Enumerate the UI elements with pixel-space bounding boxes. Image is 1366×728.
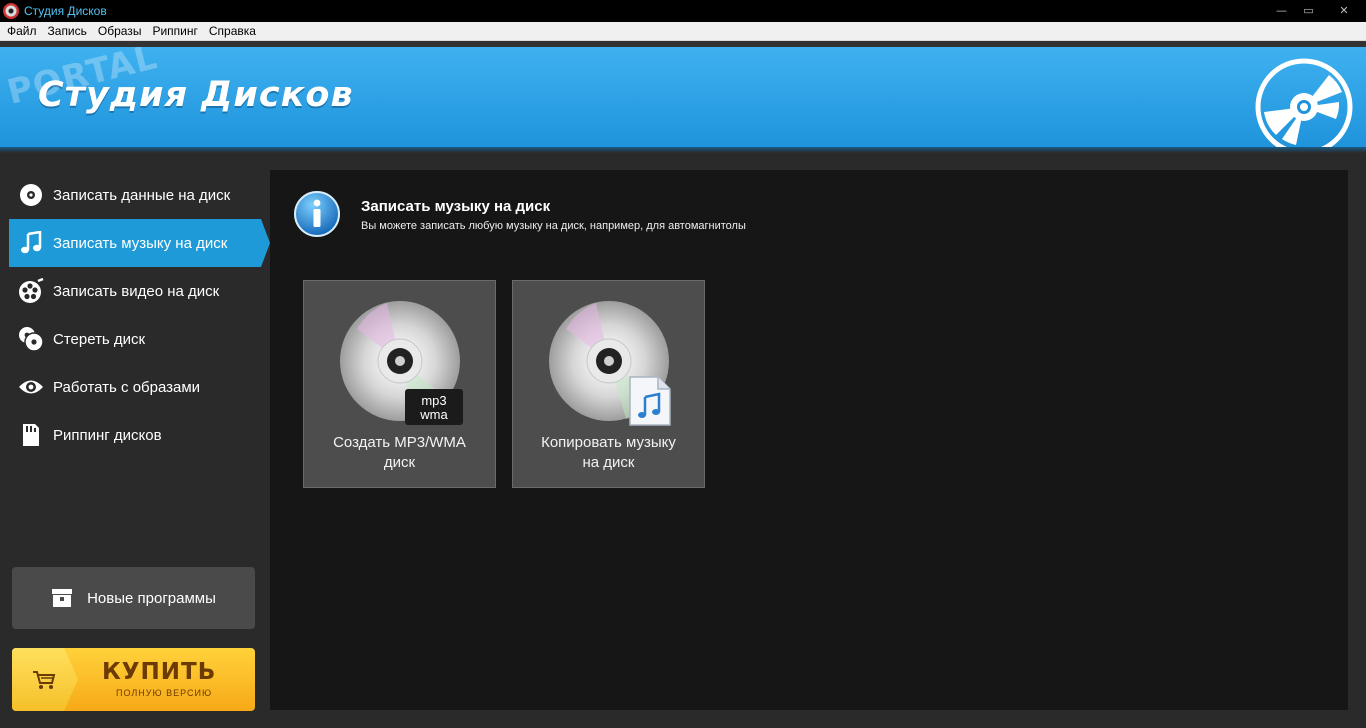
sidebar-item-ripping[interactable]: Риппинг дисков — [9, 411, 261, 459]
menu-record[interactable]: Запись — [44, 24, 94, 38]
info-icon — [294, 191, 340, 237]
sidebar-item-label: Стереть диск — [53, 330, 146, 348]
minimize-button[interactable]: — — [1268, 0, 1295, 20]
copy-music-tile[interactable]: Копировать музыку на диск — [512, 280, 705, 488]
buy-label: КУПИТЬ — [102, 659, 217, 685]
app-disc-icon — [3, 3, 19, 19]
sidebar-item-label: Записать видео на диск — [53, 282, 220, 300]
section-subtitle: Вы можете записать любую музыку на диск,… — [361, 220, 746, 232]
sidebar-item-label: Записать данные на диск — [53, 186, 231, 204]
disc-logo-icon — [1255, 58, 1353, 147]
maximize-button[interactable]: ▭ — [1295, 0, 1322, 20]
sidebar-item-label: Риппинг дисков — [53, 426, 162, 444]
menu-bar: Файл Запись Образы Риппинг Справка — [0, 22, 1366, 41]
tile-label: Создать MP3/WMA диск — [333, 434, 466, 471]
sidebar-item-label: Записать музыку на диск — [53, 234, 228, 252]
section-title: Записать музыку на диск — [361, 198, 551, 215]
sidebar: Записать данные на диск Записать музыку … — [0, 153, 270, 728]
mp3-badge-line1: mp3 — [421, 393, 446, 408]
eye-icon — [18, 374, 44, 400]
sd-card-icon — [18, 422, 44, 448]
shopping-cart-icon — [33, 671, 56, 689]
film-reel-icon — [18, 278, 44, 304]
header-banner: PORTAL Студия Дисков — [0, 47, 1366, 147]
sidebar-item-work-images[interactable]: Работать с образами — [9, 363, 261, 411]
buy-sublabel: ПОЛНУЮ ВЕРСИЮ — [116, 688, 213, 698]
new-programs-button[interactable]: Новые программы — [12, 567, 255, 629]
app-title: Студия Дисков — [38, 75, 354, 115]
main-panel: Записать музыку на диск Вы можете записа… — [270, 170, 1348, 710]
sidebar-item-burn-video[interactable]: Записать видео на диск — [9, 267, 261, 315]
menu-file[interactable]: Файл — [3, 24, 44, 38]
sidebar-item-burn-data[interactable]: Записать данные на диск — [9, 171, 261, 219]
window-title: Студия Дисков — [24, 4, 107, 18]
menu-ripping[interactable]: Риппинг — [148, 24, 204, 38]
menu-images[interactable]: Образы — [94, 24, 149, 38]
cd-mp3-icon: mp3 wma — [340, 301, 463, 425]
sidebar-item-label: Работать с образами — [53, 378, 201, 396]
mp3-badge-line2: wma — [419, 407, 448, 422]
create-mp3-wma-tile[interactable]: mp3 wma Создать MP3/WMA диск — [303, 280, 496, 488]
window-controls: — ▭ ✕ — [1268, 0, 1366, 22]
tile-label: Копировать музыку на диск — [541, 434, 676, 471]
erase-discs-icon — [18, 326, 44, 352]
music-note-icon — [18, 230, 44, 256]
cd-music-file-icon — [549, 301, 671, 426]
buy-full-version-button[interactable]: КУПИТЬ ПОЛНУЮ ВЕРСИЮ — [12, 648, 255, 711]
menu-help[interactable]: Справка — [205, 24, 263, 38]
disc-icon — [18, 182, 44, 208]
title-bar: Студия Дисков — ▭ ✕ — [0, 0, 1366, 22]
close-button[interactable]: ✕ — [1322, 0, 1366, 20]
box-icon — [52, 589, 73, 607]
new-programs-label: Новые программы — [87, 589, 216, 607]
sidebar-item-erase-disc[interactable]: Стереть диск — [9, 315, 261, 363]
sidebar-item-burn-music[interactable]: Записать музыку на диск — [9, 219, 270, 267]
